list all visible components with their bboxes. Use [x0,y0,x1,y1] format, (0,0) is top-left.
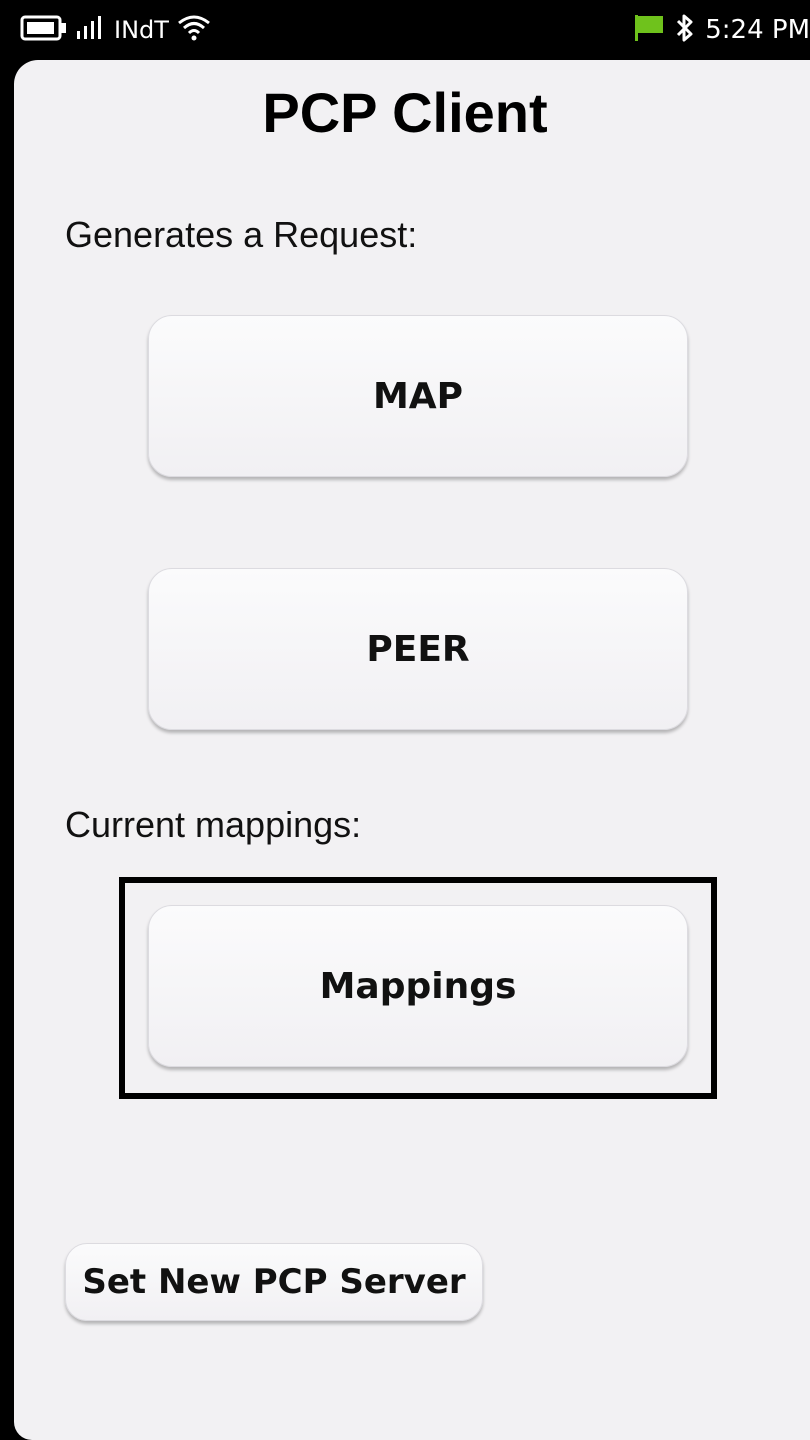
mappings-section-label: Current mappings: [65,804,362,845]
carrier-name: INdT [114,16,169,44]
page-title: PCP Client [262,81,548,144]
peer-button[interactable]: PEER [148,568,688,730]
app-screen [14,60,810,1440]
status-bar-left: INdT [20,12,211,48]
wifi-icon [177,14,211,46]
status-bar-right: 5:24 PM [633,12,810,48]
battery-icon [20,14,68,46]
request-section-label: Generates a Request: [65,214,418,255]
mappings-button[interactable]: Mappings [148,905,688,1067]
map-button[interactable]: MAP [148,315,688,477]
status-bar: INdT 5:24 PM [0,0,810,60]
bluetooth-icon [675,13,695,47]
set-new-pcp-server-button[interactable]: Set New PCP Server [65,1243,483,1321]
clock: 5:24 PM [705,15,810,45]
flag-icon [633,13,665,47]
signal-icon [76,14,106,46]
